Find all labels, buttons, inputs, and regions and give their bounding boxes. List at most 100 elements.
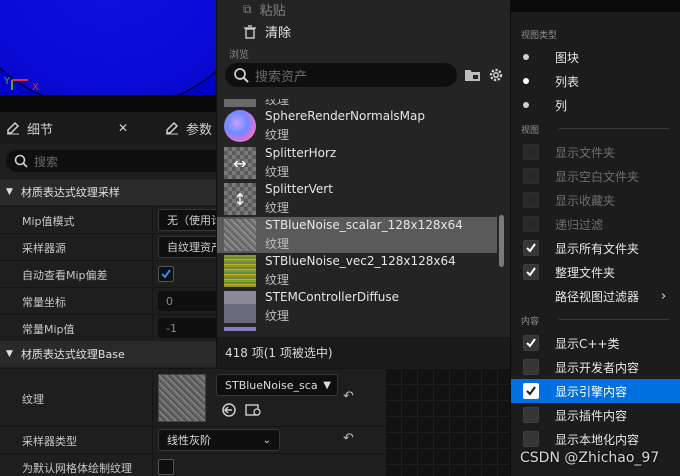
auto-mip-checkbox[interactable] [158,266,174,282]
checkbox-checked [523,264,539,280]
content-browser-menu: ⧉ 粘贴 清除 浏览 搜索资产 纹理 SphereRenderNormalsMa… [216,0,511,368]
const-coord-input[interactable]: 0 [158,291,223,311]
close-icon[interactable]: ✕ [118,121,128,135]
folder-filter-icon[interactable] [464,67,482,83]
tab-params[interactable]: 参数 [165,112,212,144]
divider [559,128,669,129]
prop-label: 为默认网格体绘制纹理 [22,462,132,475]
chevron-down-icon: ▼ [6,187,13,197]
reset-arrow-icon[interactable]: ↶ [343,389,354,404]
search-icon [234,68,249,83]
scrollbar[interactable] [499,215,504,267]
radio-dot-icon [523,54,529,60]
viewport[interactable]: Y X [0,0,216,112]
texture-asset-combo[interactable]: STBlueNoise_sca ▼ [216,374,338,396]
clear-label: 清除 [265,26,292,41]
asset-name: STEMControllerDiffuse [265,290,399,304]
show-engine-item[interactable]: 显示引擎内容 [511,379,680,403]
show-dev-item[interactable]: 显示开发者内容 [511,355,680,379]
tab-details[interactable]: 细节 ✕ [6,112,128,144]
trash-icon [244,24,256,39]
watermark: CSDN @Zhichao_97 [520,450,660,466]
menu-clear[interactable]: 清除 [243,22,291,41]
show-cpp-item[interactable]: 显示C++类 [511,331,680,355]
recursive-filter-item[interactable]: 递归过滤 [511,212,680,236]
checkbox [523,359,539,375]
details-search-input[interactable]: 搜索 [6,150,226,172]
divider [559,319,669,320]
reset-arrow-icon[interactable]: ↶ [343,431,354,446]
show-folders-item[interactable]: 显示文件夹 [511,140,680,164]
category-label: 材质表达式纹理Base [20,348,125,361]
view-type-column[interactable]: 列 [511,93,680,117]
splitter-horz-icon: ↔ [224,147,256,179]
browse-header: 浏览 [229,50,249,61]
gear-icon[interactable] [488,67,504,83]
asset-type: 纹理 [265,201,290,215]
use-selected-icon[interactable] [221,402,237,418]
checkbox [523,216,539,232]
asset-type: 纹理 [265,237,290,251]
graph-canvas[interactable] [385,368,510,476]
chevron-down-icon: ⌄ [262,434,271,446]
list-item[interactable]: SphereRenderNormalsMap 纹理 [217,108,497,144]
asset-search-input[interactable]: 搜索资产 [225,63,457,87]
asset-name: SplitterVert [265,182,333,196]
prop-texture: 纹理 STBlueNoise_sca ▼ ↶ [0,368,385,426]
prop-label: 采样器源 [22,242,66,255]
viewport-floor [0,95,216,112]
category-label: 材质表达式纹理采样 [20,186,120,199]
asset-list: 纹理 SphereRenderNormalsMap 纹理 ↔ SplitterH… [217,99,511,331]
asset-type: 纹理 [265,99,290,107]
splitter-vert-icon: ↕ [224,183,256,215]
graph-strip [510,0,680,12]
checkbox [523,144,539,160]
view-type-tiles[interactable]: 图块 [511,45,680,69]
prop-sampler-type: 采样器类型 线性灰阶 ⌄ ↶ [0,426,385,452]
show-empty-folders-item[interactable]: 显示空白文件夹 [511,164,680,188]
radio-dot-icon [523,102,529,108]
prop-label: 采样器类型 [22,435,77,448]
chevron-down-icon: ▼ [6,349,13,359]
sampler-type-combo[interactable]: 线性灰阶 ⌄ [158,429,280,451]
paste-label: 粘贴 [259,4,286,19]
menu-paste[interactable]: ⧉ 粘贴 [243,0,286,19]
default-mesh-checkbox[interactable] [158,459,174,475]
asset-type: 纹理 [265,165,290,179]
axis-y-label: Y [4,76,11,87]
asset-type: 纹理 [265,128,290,142]
list-item[interactable]: STBlueNoise_vec2_128x128x64 纹理 [217,253,497,289]
checkbox-checked [523,240,539,256]
list-item[interactable] [217,325,497,331]
asset-type: 纹理 [265,273,290,287]
asset-thumbnail [224,291,256,323]
asset-thumbnail [224,219,256,251]
checkmark-icon [526,243,536,253]
show-favorites-item[interactable]: 显示收藏夹 [511,188,680,212]
list-item-selected[interactable]: STBlueNoise_scalar_128x128x64 纹理 [217,217,497,253]
asset-name: SphereRenderNormalsMap [265,109,425,123]
texture-thumbnail[interactable] [158,374,206,422]
show-plugin-item[interactable]: 显示插件内容 [511,403,680,427]
asset-search-placeholder: 搜索资产 [255,69,308,85]
axis-gizmo-icon: Y X [4,76,39,93]
sampler-type-value: 线性灰阶 [167,434,211,447]
view-type-list[interactable]: 列表 [511,69,680,93]
asset-type: 纹理 [265,309,290,323]
checkmark-icon [526,386,536,396]
prop-label: 纹理 [22,393,44,406]
asset-name: SplitterHorz [265,146,337,160]
list-item[interactable]: ↕ SplitterVert 纹理 [217,181,497,217]
list-item[interactable]: STEMControllerDiffuse 纹理 [217,289,497,325]
list-item[interactable]: ↔ SplitterHorz 纹理 [217,145,497,181]
tab-details-label: 细节 [27,122,54,138]
checkmark-icon [161,269,171,279]
const-mip-input[interactable]: -1 [158,318,223,338]
browse-folder-icon[interactable] [245,402,263,418]
show-localized-item[interactable]: 显示本地化内容 [511,427,680,451]
prop-label: 常量Mip值 [22,323,75,336]
path-view-filter-item[interactable]: 路径视图过滤器 › [511,284,680,308]
show-all-folders-item[interactable]: 显示所有文件夹 [511,236,680,260]
organize-folders-item[interactable]: 整理文件夹 [511,260,680,284]
asset-name: STBlueNoise_scalar_128x128x64 [265,218,463,232]
